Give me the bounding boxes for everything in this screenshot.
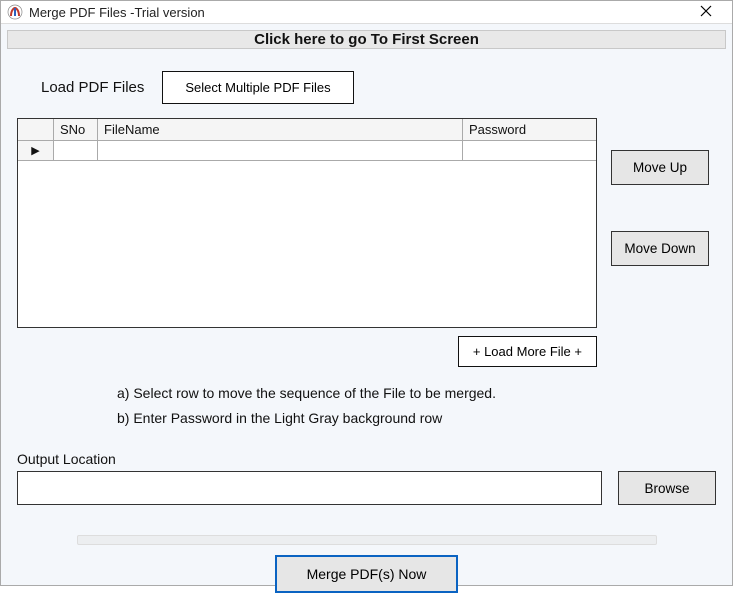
- close-icon: [700, 4, 712, 21]
- window-title: Merge PDF Files -Trial version: [29, 5, 205, 20]
- note-a: a) Select row to move the sequence of th…: [117, 381, 716, 406]
- cell-filename[interactable]: [98, 141, 463, 161]
- below-grid: + Load More File +: [17, 336, 597, 367]
- first-screen-banner[interactable]: Click here to go To First Screen: [7, 30, 726, 49]
- grid-header-marker: [18, 119, 54, 141]
- grid-side-wrap: SNo FileName Password ▶ + Load More: [17, 118, 716, 367]
- side-buttons: Move Up Move Down: [611, 118, 716, 266]
- app-window: Merge PDF Files -Trial version Click her…: [0, 0, 733, 586]
- load-row: Load PDF Files Select Multiple PDF Files: [41, 71, 716, 104]
- browse-button[interactable]: Browse: [618, 471, 716, 505]
- notes: a) Select row to move the sequence of th…: [117, 381, 716, 431]
- grid-header-sno: SNo: [54, 119, 98, 141]
- row-pointer-icon: ▶: [31, 144, 39, 157]
- progress-bar: [77, 535, 657, 545]
- select-multiple-pdf-button[interactable]: Select Multiple PDF Files: [162, 71, 353, 104]
- table-row[interactable]: ▶: [18, 141, 596, 161]
- grid-header-filename: FileName: [98, 119, 463, 141]
- content-area: Load PDF Files Select Multiple PDF Files…: [1, 49, 732, 601]
- load-more-file-button[interactable]: + Load More File +: [458, 336, 597, 367]
- merge-pdfs-button[interactable]: Merge PDF(s) Now: [275, 555, 459, 593]
- banner-label: Click here to go To First Screen: [254, 31, 479, 48]
- output-section: Output Location Browse: [17, 451, 716, 505]
- grid-header-password: Password: [463, 119, 596, 141]
- cell-password[interactable]: [463, 141, 596, 161]
- file-grid[interactable]: SNo FileName Password ▶: [17, 118, 597, 328]
- cell-sno[interactable]: [54, 141, 98, 161]
- close-button[interactable]: [686, 1, 726, 23]
- grid-wrap: SNo FileName Password ▶ + Load More: [17, 118, 597, 367]
- output-location-input[interactable]: [17, 471, 602, 505]
- load-pdf-label: Load PDF Files: [41, 79, 144, 96]
- titlebar-left: Merge PDF Files -Trial version: [7, 4, 205, 20]
- output-location-label: Output Location: [17, 451, 716, 467]
- move-up-button[interactable]: Move Up: [611, 150, 709, 185]
- merge-row: Merge PDF(s) Now: [17, 555, 716, 593]
- titlebar: Merge PDF Files -Trial version: [1, 1, 732, 24]
- move-down-button[interactable]: Move Down: [611, 231, 709, 266]
- note-b: b) Enter Password in the Light Gray back…: [117, 406, 716, 431]
- output-row: Browse: [17, 471, 716, 505]
- app-icon: [7, 4, 23, 20]
- grid-header: SNo FileName Password: [18, 119, 596, 141]
- row-marker: ▶: [18, 141, 54, 161]
